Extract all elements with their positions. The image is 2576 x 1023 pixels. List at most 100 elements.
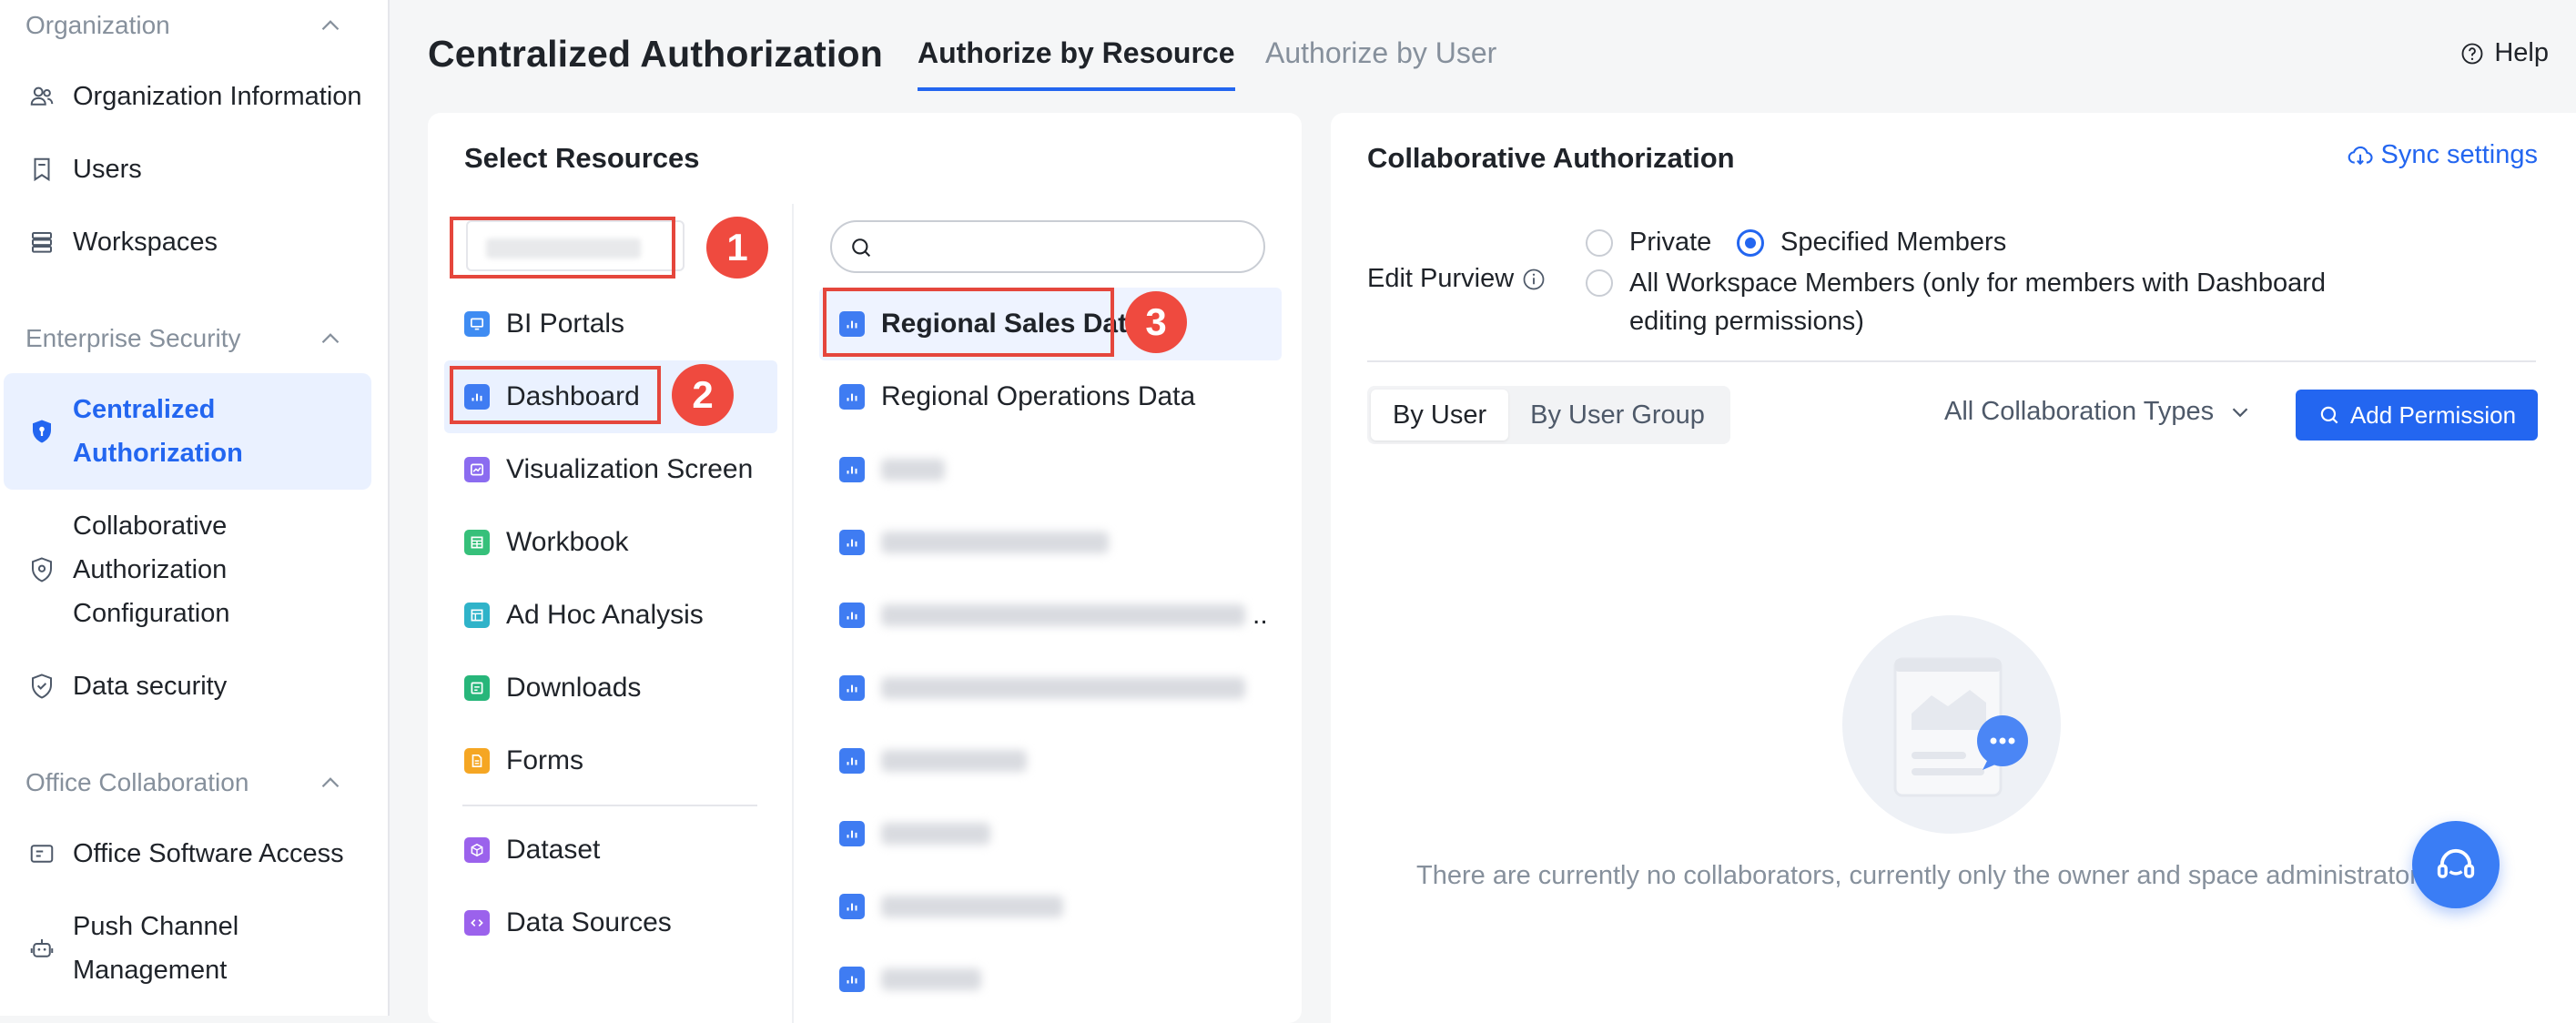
sidebar-item-users[interactable]: Users bbox=[4, 147, 371, 191]
sidebar-group-organization[interactable]: Organization bbox=[25, 7, 346, 44]
resource-type-downloads[interactable]: Downloads bbox=[444, 652, 777, 724]
search-icon bbox=[852, 238, 871, 258]
tab-authorize-by-resource[interactable]: Authorize by Resource bbox=[918, 36, 1235, 91]
sync-settings-link[interactable]: Sync settings bbox=[2347, 140, 2538, 170]
sidebar-item-centralized-authorization[interactable]: Centralized Authorization bbox=[4, 373, 371, 490]
sidebar-item-label: Push Channel Management bbox=[73, 912, 239, 985]
resource-type-bi-portals[interactable]: BI Portals bbox=[444, 288, 777, 360]
add-permission-label: Add Permission bbox=[2349, 400, 2517, 429]
forms-icon bbox=[464, 748, 490, 774]
tab-authorize-by-user[interactable]: Authorize by User bbox=[1265, 36, 1496, 91]
sidebar-item-label: Office Software Access bbox=[73, 839, 344, 868]
redacted-text bbox=[881, 459, 945, 481]
sidebar-group-enterprise-security[interactable]: Enterprise Security bbox=[25, 320, 346, 357]
sidebar-group-label: Organization bbox=[25, 11, 170, 39]
radio-all-workspace-members[interactable]: All Workspace Members (only for members … bbox=[1586, 264, 2405, 340]
help-circle-icon bbox=[2461, 43, 2483, 64]
sidebar-item-office-software-access[interactable]: Office Software Access bbox=[4, 832, 371, 876]
resource-item-redacted[interactable]: .. bbox=[819, 579, 1282, 652]
resource-type-label: Ad Hoc Analysis bbox=[506, 600, 704, 630]
select-resources-panel: Select Resources 1 BI Portals Dashboard … bbox=[428, 113, 1302, 1023]
empty-state-illustration bbox=[1842, 615, 2061, 834]
sidebar-item-collaborative-authorization-configuration[interactable]: Collaborative Authorization Configuratio… bbox=[4, 504, 371, 635]
page-title: Centralized Authorization bbox=[428, 33, 884, 75]
help-label: Help bbox=[2494, 38, 2549, 67]
resource-item-redacted[interactable] bbox=[819, 943, 1282, 1016]
resource-type-dataset[interactable]: Dataset bbox=[444, 814, 777, 886]
resource-type-forms[interactable]: Forms bbox=[444, 724, 777, 797]
resource-search-input[interactable] bbox=[830, 220, 1265, 273]
visualization-screen-icon bbox=[464, 457, 490, 482]
sidebar-item-label: Collaborative Authorization Configuratio… bbox=[73, 512, 230, 628]
resource-type-label: BI Portals bbox=[506, 309, 625, 339]
resource-type-ad-hoc-analysis[interactable]: Ad Hoc Analysis bbox=[444, 579, 777, 652]
dashboard-icon bbox=[839, 457, 865, 482]
resource-type-label: Visualization Screen bbox=[506, 454, 754, 484]
resource-type-label: Data Sources bbox=[506, 907, 672, 937]
radio-label: All Workspace Members (only for members … bbox=[1629, 268, 2327, 336]
headset-icon bbox=[2437, 848, 2475, 878]
resource-item-redacted[interactable] bbox=[819, 506, 1282, 579]
dashboard-icon bbox=[839, 675, 865, 701]
info-icon[interactable] bbox=[1521, 267, 1547, 292]
workbook-icon bbox=[464, 530, 490, 555]
annotation-badge-1: 1 bbox=[706, 217, 768, 279]
search-icon bbox=[2320, 406, 2338, 424]
dashboard-icon bbox=[839, 748, 865, 774]
customer-support-button[interactable] bbox=[2412, 821, 2500, 908]
divider bbox=[462, 805, 757, 806]
empty-state-text: There are currently no collaborators, cu… bbox=[1416, 861, 2454, 890]
resource-type-workbook[interactable]: Workbook bbox=[444, 506, 777, 579]
select-resources-title: Select Resources bbox=[464, 142, 700, 174]
add-permission-button[interactable]: Add Permission bbox=[2296, 390, 2538, 441]
sidebar: Organization Organization Information Us… bbox=[0, 0, 390, 1016]
redacted-text bbox=[881, 677, 1245, 699]
redacted-text bbox=[881, 750, 1027, 772]
sidebar-item-data-security[interactable]: Data security bbox=[4, 664, 371, 708]
radio-button[interactable] bbox=[1586, 228, 1613, 257]
shield-check-icon bbox=[27, 664, 56, 708]
help-link[interactable]: Help bbox=[2459, 38, 2549, 68]
collaboration-types-dropdown[interactable]: All Collaboration Types bbox=[1944, 397, 2254, 427]
annotation-box-2 bbox=[450, 366, 661, 424]
collaboration-types-label: All Collaboration Types bbox=[1944, 397, 2215, 426]
sidebar-item-organization-information[interactable]: Organization Information bbox=[4, 75, 371, 118]
tab-by-user-group[interactable]: By User Group bbox=[1508, 390, 1727, 441]
dashboard-icon bbox=[839, 530, 865, 555]
radio-private[interactable]: Private bbox=[1586, 228, 1711, 258]
radio-button[interactable] bbox=[1586, 269, 1613, 297]
resource-item-redacted[interactable] bbox=[819, 433, 1282, 506]
resource-item-redacted[interactable] bbox=[819, 870, 1282, 943]
id-card-icon bbox=[27, 832, 56, 876]
resource-type-data-sources[interactable]: Data Sources bbox=[444, 886, 777, 959]
redacted-text bbox=[881, 968, 981, 990]
sidebar-group-office-collaboration[interactable]: Office Collaboration bbox=[25, 765, 346, 801]
tab-by-user[interactable]: By User bbox=[1371, 390, 1509, 441]
dashboard-icon bbox=[839, 821, 865, 846]
dashboard-icon bbox=[839, 967, 865, 992]
sidebar-item-workspaces[interactable]: Workspaces bbox=[4, 220, 371, 264]
dashboard-icon bbox=[839, 384, 865, 410]
collaborative-authorization-panel: Collaborative Authorization Sync setting… bbox=[1331, 113, 2576, 1023]
shield-key-icon bbox=[27, 388, 56, 475]
resource-item-redacted[interactable] bbox=[819, 652, 1282, 724]
radio-button-selected[interactable] bbox=[1737, 228, 1764, 257]
resource-type-visualization-screen[interactable]: Visualization Screen bbox=[444, 433, 777, 506]
redacted-text bbox=[881, 823, 990, 845]
annotation-badge-3: 3 bbox=[1125, 291, 1187, 353]
sidebar-item-label: Workspaces bbox=[73, 228, 218, 257]
redacted-text bbox=[881, 532, 1109, 553]
resource-item-redacted[interactable] bbox=[819, 724, 1282, 797]
resource-type-label: Workbook bbox=[506, 527, 629, 557]
resource-item-regional-operations-data[interactable]: Regional Operations Data bbox=[819, 360, 1282, 433]
sidebar-item-label: Organization Information bbox=[73, 82, 362, 111]
sidebar-item-push-channel-management[interactable]: Push Channel Management bbox=[4, 905, 371, 992]
radio-specified-members[interactable]: Specified Members bbox=[1737, 228, 2006, 258]
chevron-up-icon bbox=[321, 777, 340, 788]
radio-label: Specified Members bbox=[1780, 228, 2007, 257]
ad-hoc-analysis-icon bbox=[464, 603, 490, 628]
resource-item-redacted[interactable] bbox=[819, 797, 1282, 870]
dashboard-icon bbox=[839, 603, 865, 628]
resource-type-label: Dataset bbox=[506, 835, 601, 865]
annotation-badge-2: 2 bbox=[672, 364, 734, 426]
